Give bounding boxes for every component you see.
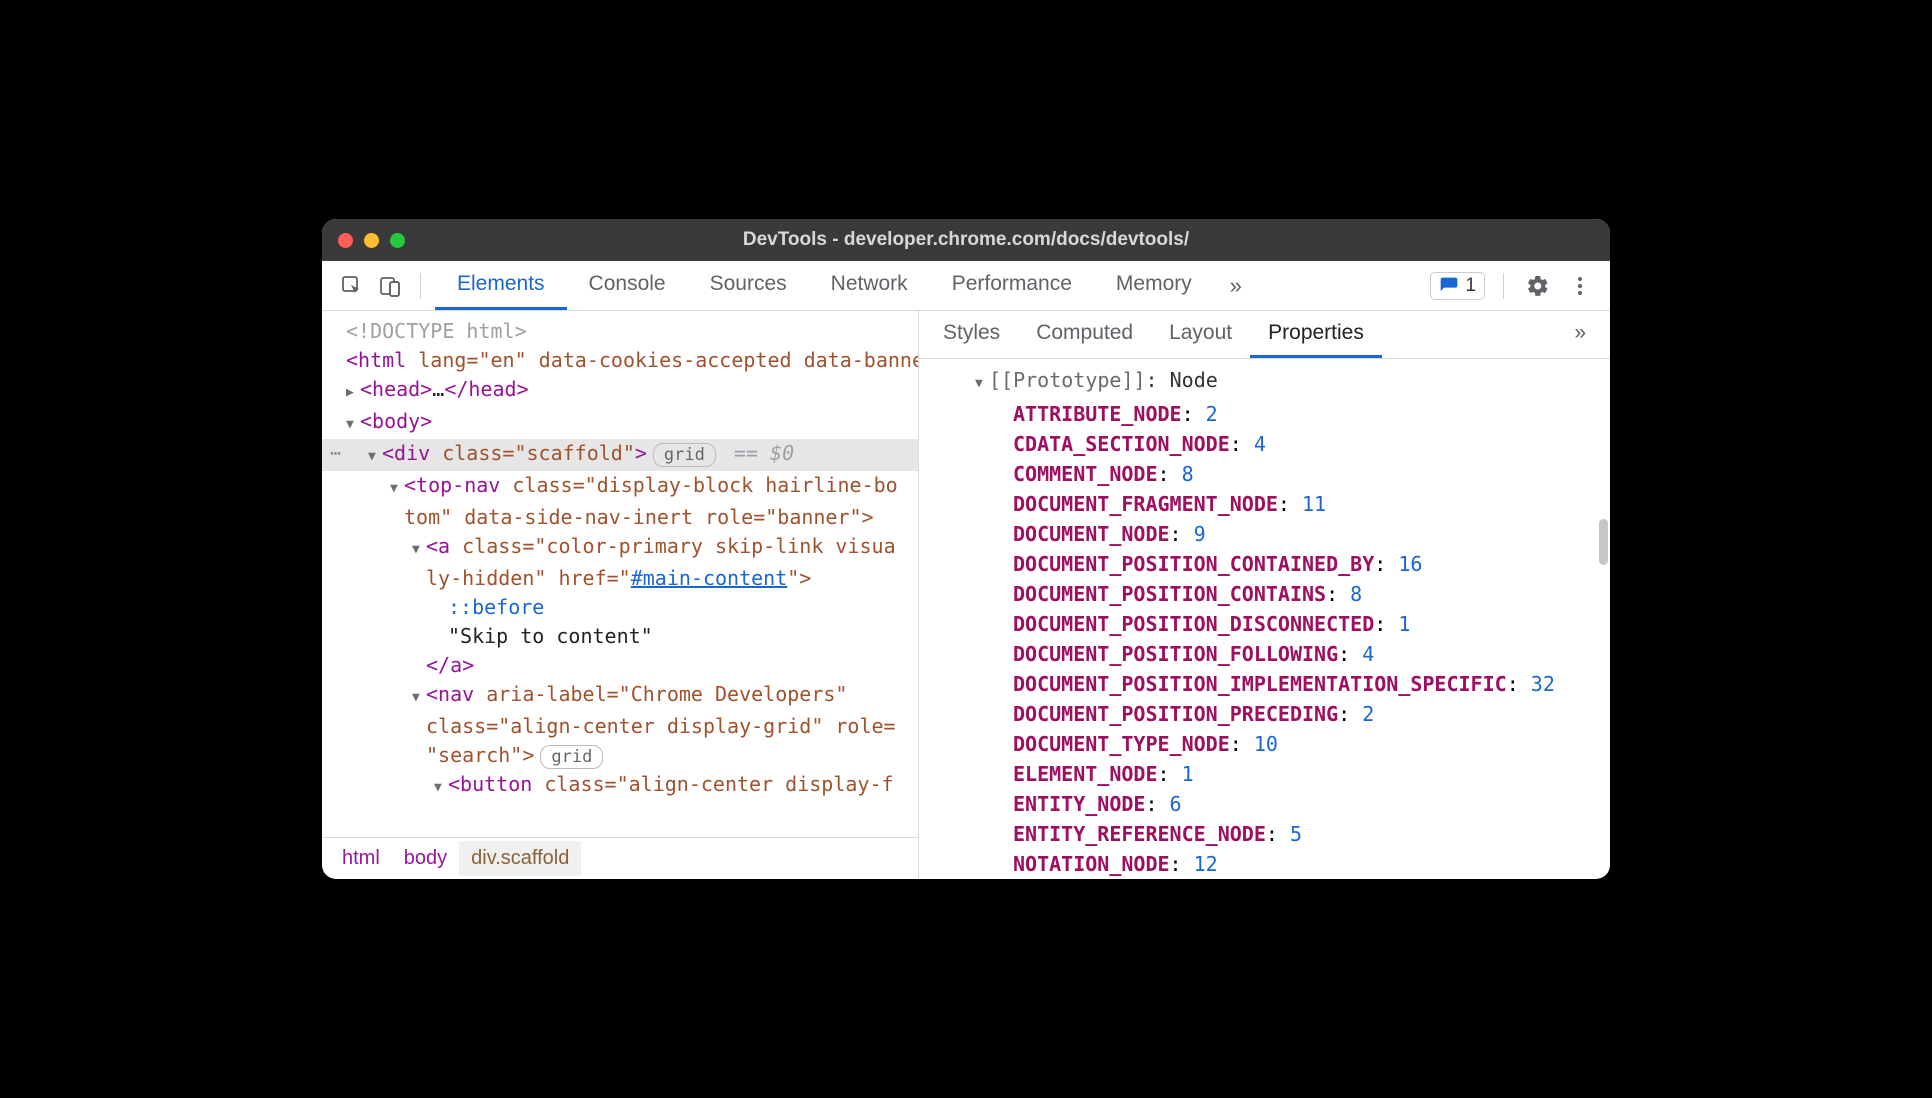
dom-topnav-cont[interactable]: tom" data-side-nav-inert role="banner"> xyxy=(322,503,918,532)
property-row[interactable]: DOCUMENT_TYPE_NODE: 10 xyxy=(919,729,1610,759)
side-panel: StylesComputedLayoutProperties » ▼[[Proto… xyxy=(919,311,1610,879)
content-area: <!DOCTYPE html> <html lang="en" data-coo… xyxy=(322,311,1610,879)
maximize-window-button[interactable] xyxy=(390,233,405,248)
main-tab-console[interactable]: Console xyxy=(567,261,688,310)
main-tab-elements[interactable]: Elements xyxy=(435,261,567,310)
expand-collapse-icon[interactable]: ▼ xyxy=(346,410,360,439)
dom-a[interactable]: ▼<a class="color-primary skip-link visua xyxy=(322,532,918,564)
main-toolbar: ElementsConsoleSourcesNetworkPerformance… xyxy=(322,261,1610,311)
property-row[interactable]: ATTRIBUTE_NODE: 2 xyxy=(919,399,1610,429)
toolbar-divider xyxy=(1503,273,1504,299)
property-row[interactable]: COMMENT_NODE: 8 xyxy=(919,459,1610,489)
expand-collapse-icon[interactable]: ▼ xyxy=(434,773,448,802)
issues-icon xyxy=(1439,276,1459,296)
settings-icon[interactable] xyxy=(1522,270,1554,302)
property-row[interactable]: DOCUMENT_POSITION_CONTAINS: 8 xyxy=(919,579,1610,609)
property-row[interactable]: DOCUMENT_POSITION_PRECEDING: 2 xyxy=(919,699,1610,729)
main-tab-memory[interactable]: Memory xyxy=(1094,261,1214,310)
inspect-element-icon[interactable] xyxy=(336,270,368,302)
expand-collapse-icon[interactable]: ▼ xyxy=(975,369,989,399)
main-tab-performance[interactable]: Performance xyxy=(930,261,1094,310)
property-row[interactable]: ENTITY_NODE: 6 xyxy=(919,789,1610,819)
property-row[interactable]: ENTITY_REFERENCE_NODE: 5 xyxy=(919,819,1610,849)
side-tab-properties[interactable]: Properties xyxy=(1250,311,1382,358)
dom-tree[interactable]: <!DOCTYPE html> <html lang="en" data-coo… xyxy=(322,311,918,837)
selected-hint: == $0 xyxy=(734,441,794,465)
expand-collapse-icon[interactable]: ▼ xyxy=(412,535,426,564)
kebab-menu-icon[interactable] xyxy=(1564,270,1596,302)
dom-a-cont[interactable]: ly-hidden" href="#main-content"> xyxy=(322,564,918,593)
property-row[interactable]: DOCUMENT_FRAGMENT_NODE: 11 xyxy=(919,489,1610,519)
window-title: DevTools - developer.chrome.com/docs/dev… xyxy=(322,229,1610,251)
dom-breadcrumb: htmlbodydiv.scaffold xyxy=(322,837,918,879)
dom-html-open[interactable]: <html lang="en" data-cookies-accepted da… xyxy=(322,346,918,375)
side-tabs: StylesComputedLayoutProperties » xyxy=(919,311,1610,359)
device-toolbar-icon[interactable] xyxy=(374,270,406,302)
side-tab-styles[interactable]: Styles xyxy=(925,311,1018,358)
breadcrumb-item[interactable]: html xyxy=(330,841,392,876)
dom-a-pseudo[interactable]: ::before xyxy=(322,593,918,622)
dom-topnav[interactable]: ▼<top-nav class="display-block hairline-… xyxy=(322,471,918,503)
dom-body[interactable]: ▼<body> xyxy=(322,407,918,439)
dom-doctype[interactable]: <!DOCTYPE html> xyxy=(322,317,918,346)
breadcrumb-item[interactable]: body xyxy=(392,841,459,876)
grid-badge[interactable]: grid xyxy=(653,443,716,467)
prototype-row[interactable]: ▼[[Prototype]]: Node xyxy=(919,365,1610,399)
dom-a-text[interactable]: "Skip to content" xyxy=(322,622,918,651)
dom-head[interactable]: ▶<head>…</head> xyxy=(322,375,918,407)
grid-badge[interactable]: grid xyxy=(540,745,603,769)
more-tabs-icon[interactable]: » xyxy=(1220,270,1252,302)
expand-collapse-icon[interactable]: ▼ xyxy=(390,474,404,503)
property-row[interactable]: CDATA_SECTION_NODE: 4 xyxy=(919,429,1610,459)
property-row[interactable]: DOCUMENT_POSITION_CONTAINED_BY: 16 xyxy=(919,549,1610,579)
side-tab-computed[interactable]: Computed xyxy=(1018,311,1151,358)
dom-button[interactable]: ▼<button class="align-center display-f xyxy=(322,770,918,802)
main-tabs: ElementsConsoleSourcesNetworkPerformance… xyxy=(435,261,1214,310)
property-row[interactable]: NOTATION_NODE: 12 xyxy=(919,849,1610,879)
dom-nav[interactable]: ▼<nav aria-label="Chrome Developers" xyxy=(322,680,918,712)
breadcrumb-item[interactable]: div.scaffold xyxy=(459,841,581,876)
property-row[interactable]: DOCUMENT_POSITION_FOLLOWING: 4 xyxy=(919,639,1610,669)
dom-div-scaffold[interactable]: ▼<div class="scaffold">grid == $0 xyxy=(322,439,918,471)
expand-collapse-icon[interactable]: ▶ xyxy=(346,378,360,407)
more-side-tabs-icon[interactable]: » xyxy=(1556,311,1604,358)
property-row[interactable]: DOCUMENT_POSITION_DISCONNECTED: 1 xyxy=(919,609,1610,639)
dom-nav-cont1[interactable]: class="align-center display-grid" role= xyxy=(322,712,918,741)
property-row[interactable]: ELEMENT_NODE: 1 xyxy=(919,759,1610,789)
dom-a-close[interactable]: </a> xyxy=(322,651,918,680)
issues-count: 1 xyxy=(1465,275,1476,297)
titlebar: DevTools - developer.chrome.com/docs/dev… xyxy=(322,219,1610,261)
elements-panel: <!DOCTYPE html> <html lang="en" data-coo… xyxy=(322,311,919,879)
issues-button[interactable]: 1 xyxy=(1430,272,1485,300)
dom-nav-cont2[interactable]: "search">grid xyxy=(322,741,918,770)
expand-collapse-icon[interactable]: ▼ xyxy=(412,683,426,712)
main-tab-network[interactable]: Network xyxy=(809,261,930,310)
property-row[interactable]: DOCUMENT_NODE: 9 xyxy=(919,519,1610,549)
side-tab-layout[interactable]: Layout xyxy=(1151,311,1250,358)
expand-collapse-icon[interactable]: ▼ xyxy=(368,442,382,471)
close-window-button[interactable] xyxy=(338,233,353,248)
minimize-window-button[interactable] xyxy=(364,233,379,248)
devtools-window: DevTools - developer.chrome.com/docs/dev… xyxy=(322,219,1610,879)
scrollbar-thumb[interactable] xyxy=(1599,519,1608,565)
properties-pane[interactable]: ▼[[Prototype]]: Node ATTRIBUTE_NODE: 2CD… xyxy=(919,359,1610,879)
toolbar-divider xyxy=(420,273,421,299)
property-row[interactable]: DOCUMENT_POSITION_IMPLEMENTATION_SPECIFI… xyxy=(919,669,1610,699)
traffic-lights xyxy=(338,233,405,248)
main-tab-sources[interactable]: Sources xyxy=(688,261,809,310)
